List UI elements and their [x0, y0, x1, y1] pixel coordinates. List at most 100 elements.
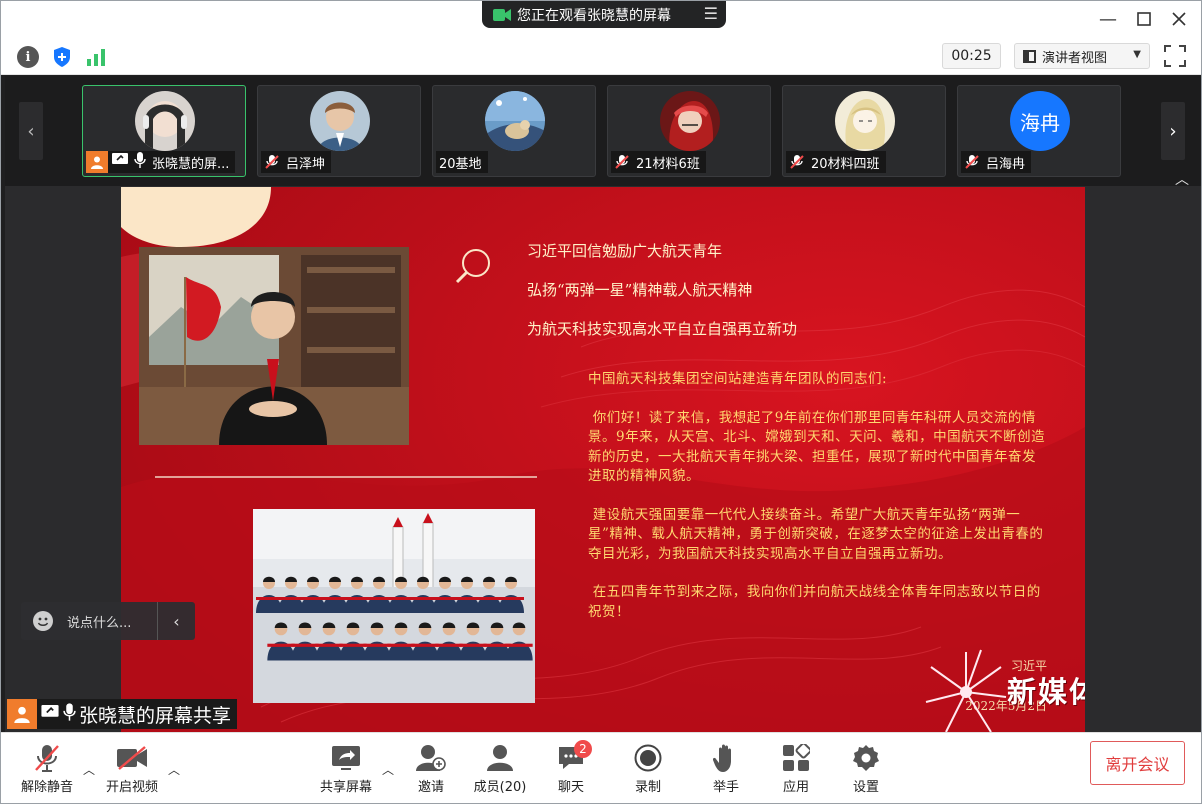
gear-icon — [849, 743, 883, 773]
share-screen-button[interactable]: 共享屏幕 — [311, 743, 381, 799]
video-button[interactable]: 开启视频 — [97, 743, 167, 799]
record-button-label: 录制 — [634, 780, 661, 795]
chevron-up-icon[interactable]: ︿ — [83, 761, 95, 778]
participant-name: 张晓慧的屏... — [152, 156, 230, 172]
fullscreen-icon[interactable] — [1164, 45, 1186, 67]
chevron-up-icon[interactable]: ︿ — [168, 761, 180, 778]
mic-icon — [63, 702, 76, 726]
slide-headline: 弘扬“两弹一星”精神载人航天精神 — [527, 281, 753, 299]
team-member-figure — [363, 622, 391, 661]
title-bar: 您正在观看张晓慧的屏幕 ☰ — — [1, 1, 1201, 37]
team-member-figure — [435, 622, 463, 661]
participant-name: 20材料四班 — [811, 156, 880, 172]
members-button[interactable]: 成员(20) — [465, 743, 535, 799]
apps-button[interactable]: 应用 — [761, 743, 831, 799]
close-icon[interactable] — [1169, 9, 1189, 29]
shared-screen-stage: 习近平回信勉励广大航天青年 弘扬“两弹一星”精神载人航天精神 为航天科技实现高水… — [5, 186, 1201, 732]
apps-button-label: 应用 — [782, 780, 809, 795]
chat-icon: 2 — [554, 740, 592, 773]
members-icon — [483, 743, 517, 773]
info-icon[interactable]: i — [17, 46, 39, 68]
settings-button-label: 设置 — [852, 780, 879, 795]
letter-paragraph: 中国航天科技集团空间站建造青年团队的同志们: — [588, 371, 888, 387]
emoji-icon[interactable] — [33, 611, 53, 631]
participant-tile[interactable]: 20基地 — [432, 85, 596, 177]
invite-button[interactable]: 邀请 — [396, 743, 466, 799]
letter-paragraph: 建设航天强国要靠一代代人接续奋斗。希望广大航天青年弘扬“两弹一星”精神、载人航天… — [588, 506, 1044, 562]
participant-name-bar: 20材料四班 — [786, 151, 886, 173]
participant-name-bar: 21材料6班 — [611, 151, 706, 173]
team-member-figure — [459, 622, 487, 661]
strip-next-arrow[interactable]: › — [1161, 102, 1185, 160]
signal-icon[interactable] — [85, 46, 107, 68]
participant-name: 20基地 — [439, 156, 482, 172]
screen-share-owner: 张晓慧的屏幕共享 — [79, 704, 232, 727]
chat-input-box[interactable]: 说点什么... ‹ — [21, 602, 195, 640]
meeting-toolbar: 解除静音 ︿ 开启视频 ︿ 共享屏幕 ︿ 邀请 成员(20) 2 聊天 录制 举… — [1, 732, 1201, 803]
team-member-figure — [505, 622, 533, 661]
mute-button-label: 解除静音 — [20, 780, 73, 795]
leave-meeting-button[interactable]: 离开会议 — [1090, 741, 1185, 785]
strip-prev-arrow[interactable]: ‹ — [19, 102, 43, 160]
participant-name: 21材料6班 — [636, 156, 700, 172]
chevron-up-icon[interactable]: ︿ — [382, 761, 394, 778]
team-member-figure — [300, 576, 326, 613]
raise-hand-label: 举手 — [712, 780, 739, 795]
team-member-figure — [454, 576, 480, 613]
mic-muted-icon — [30, 743, 64, 773]
camera-icon — [493, 8, 511, 21]
invite-button-label: 邀请 — [417, 780, 444, 795]
host-icon — [7, 699, 37, 729]
share-status-pill[interactable]: 您正在观看张晓慧的屏幕 ☰ — [482, 1, 726, 28]
minimize-icon[interactable]: — — [1098, 9, 1118, 30]
participant-tile[interactable]: 21材料6班 — [607, 85, 771, 177]
mic-muted-icon — [265, 155, 279, 169]
participant-tile[interactable]: 张晓慧的屏... — [82, 85, 246, 177]
team-member-figure — [267, 622, 295, 661]
team-member-figure — [278, 576, 304, 613]
participant-tile[interactable]: 吕泽坤 — [257, 85, 421, 177]
shared-slide: 习近平回信勉励广大航天青年 弘扬“两弹一星”精神载人航天精神 为航天科技实现高水… — [121, 187, 1085, 732]
raise-hand-button[interactable]: 举手 — [691, 743, 761, 799]
team-member-figure — [339, 622, 367, 661]
video-button-label: 开启视频 — [105, 780, 158, 795]
chevron-down-icon: ▼ — [1133, 49, 1141, 60]
video-off-icon — [115, 743, 149, 773]
record-icon — [631, 743, 665, 773]
participant-tile[interactable]: 20材料四班 — [782, 85, 946, 177]
team-member-figure — [498, 576, 524, 613]
team-member-figure — [315, 622, 343, 661]
flower-logo-icon — [925, 649, 1007, 732]
share-status-text: 您正在观看张晓慧的屏幕 — [517, 7, 671, 24]
participant-name-bar: 吕泽坤 — [261, 151, 332, 173]
apps-grid-icon — [779, 743, 813, 773]
mic-muted-icon — [965, 155, 979, 169]
letter-paragraph: 你们好！读了来信，我想起了9年前在你们那里同青年科研人员交流的情景。9年来，从天… — [588, 409, 1046, 485]
share-screen-label: 共享屏幕 — [319, 780, 372, 795]
meeting-window: 您正在观看张晓慧的屏幕 ☰ — i 00:25 演讲者视图 ▼ ‹ 张晓慧的屏.… — [0, 0, 1202, 804]
avatar — [135, 91, 195, 151]
maximize-icon[interactable] — [1134, 9, 1154, 29]
slide-headline: 为航天科技实现高水平自立自强再立新功 — [527, 320, 798, 338]
view-mode-dropdown[interactable]: 演讲者视图 ▼ — [1014, 43, 1150, 69]
avatar — [310, 91, 370, 151]
shield-icon[interactable] — [51, 46, 73, 68]
settings-button[interactable]: 设置 — [831, 743, 901, 799]
share-screen-icon — [329, 743, 363, 773]
participant-tile[interactable]: 海冉 吕海冉 — [957, 85, 1121, 177]
participant-name-bar: 20基地 — [436, 151, 488, 173]
watermark-text: 新媒体中心 — [1007, 675, 1085, 709]
record-button[interactable]: 录制 — [613, 743, 683, 799]
team-member-figure — [322, 576, 348, 613]
participant-name-bar: 吕海冉 — [961, 151, 1032, 173]
chevron-left-icon[interactable]: ‹ — [157, 602, 195, 640]
menu-lines-icon[interactable]: ☰ — [704, 6, 718, 22]
chat-button[interactable]: 2 聊天 — [536, 740, 606, 799]
mute-button[interactable]: 解除静音 — [12, 743, 82, 799]
meeting-timer: 00:25 — [942, 43, 1001, 69]
avatar-initials: 海冉 — [1020, 110, 1060, 135]
mic-muted-icon — [790, 155, 804, 169]
participant-name: 吕泽坤 — [286, 156, 326, 172]
host-icon — [86, 151, 108, 173]
screen-share-label: 张晓慧的屏幕共享 — [7, 699, 238, 729]
